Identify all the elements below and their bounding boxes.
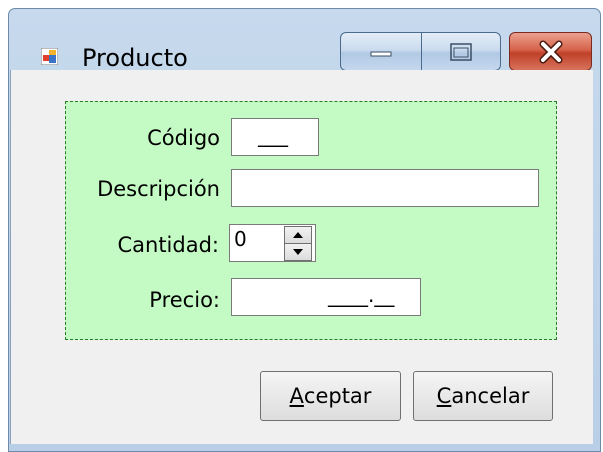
spin-up-button[interactable]	[284, 226, 312, 244]
cantidad-value: 0	[234, 227, 247, 251]
windows-forms-app-icon	[41, 48, 58, 65]
title-bar[interactable]: Producto	[9, 9, 600, 79]
aceptar-accel: A	[289, 384, 304, 408]
precio-label: Precio:	[149, 288, 220, 312]
cantidad-stepper[interactable]: 0	[229, 224, 316, 262]
minimize-button[interactable]	[340, 32, 422, 71]
precio-mask: ____.__	[328, 283, 395, 307]
cancelar-label: ancelar	[451, 384, 530, 408]
window-title: Producto	[82, 44, 188, 72]
aceptar-label: ceptar	[303, 384, 372, 408]
descripcion-label: Descripción	[97, 177, 220, 201]
aceptar-button[interactable]: Aceptar	[260, 371, 401, 421]
arrow-up-icon	[293, 232, 303, 238]
cancelar-accel: C	[436, 384, 452, 408]
close-button[interactable]	[509, 32, 592, 71]
arrow-down-icon	[293, 249, 303, 255]
cantidad-label: Cantidad:	[117, 233, 219, 257]
spin-down-button[interactable]	[284, 243, 312, 261]
precio-input[interactable]: ____.__	[231, 278, 421, 316]
maximize-icon	[450, 42, 472, 61]
codigo-input[interactable]: ___	[231, 118, 319, 156]
maximize-button[interactable]	[421, 32, 501, 71]
cantidad-spin-buttons	[284, 225, 312, 261]
close-icon	[539, 40, 562, 63]
cancelar-button[interactable]: Cancelar	[413, 371, 553, 421]
codigo-label: Código	[147, 126, 220, 150]
codigo-mask: ___	[258, 123, 288, 147]
descripcion-input[interactable]	[231, 169, 539, 207]
minimize-icon	[370, 51, 392, 56]
